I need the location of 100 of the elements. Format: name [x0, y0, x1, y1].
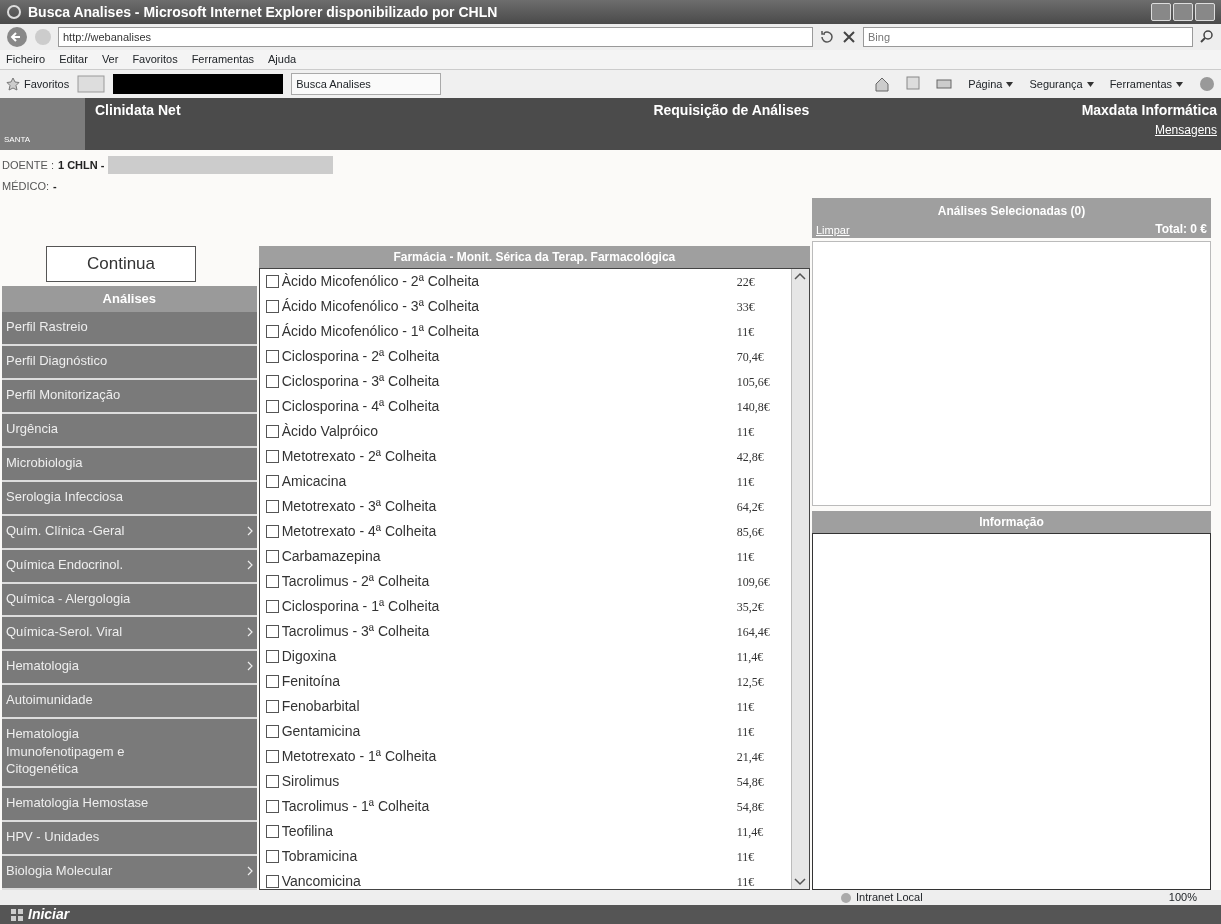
checkbox[interactable]	[265, 375, 279, 388]
sidebar-item[interactable]: Biologia Molecular	[2, 856, 257, 891]
analysis-price: 22€	[736, 273, 755, 291]
analysis-price: 11,4€	[736, 823, 764, 841]
sidebar-item[interactable]: Química - Alergologia	[2, 583, 257, 618]
checkbox[interactable]	[265, 600, 279, 613]
checkbox[interactable]	[265, 850, 279, 863]
sidebar-item[interactable]: Hematologia Imunofenotipagem e Citogenética	[2, 719, 257, 789]
analysis-name: Sirolimus	[281, 772, 341, 791]
toolbar-menu[interactable]: Página	[968, 75, 1014, 93]
analysis-price: 164,4€	[736, 623, 770, 641]
minimize-button[interactable]	[1151, 3, 1171, 21]
sidebar-item[interactable]: Perfil Rastreio	[2, 312, 257, 346]
sidebar-item[interactable]: Quím. Clínica -Geral	[2, 515, 257, 550]
menu-item[interactable]: Ficheiro	[6, 51, 46, 68]
checkbox[interactable]	[265, 625, 279, 638]
sidebar-item[interactable]: Perfil Diagnóstico	[2, 345, 257, 380]
checkbox[interactable]	[265, 450, 279, 463]
search-field[interactable]: Bing	[863, 27, 1193, 47]
messages-link[interactable]: Mensagens	[1154, 121, 1217, 139]
clear-link[interactable]: Limpar	[812, 221, 850, 238]
analysis-name: Ciclosporina - 3ª Colheita	[281, 372, 441, 391]
checkbox[interactable]	[265, 400, 279, 413]
close-icon[interactable]	[841, 29, 857, 45]
checkbox[interactable]	[265, 575, 279, 588]
sidebar-item[interactable]: Hematologia	[2, 651, 257, 686]
analysis-price: 21,4€	[736, 748, 764, 766]
favorites-button[interactable]: Favoritos	[6, 75, 70, 93]
analysis-price: 11€	[736, 873, 755, 889]
close-button[interactable]	[1195, 3, 1215, 21]
toolbar-menu[interactable]: Ferramentas	[1109, 75, 1183, 93]
checkbox[interactable]	[265, 325, 279, 338]
checkbox[interactable]	[265, 650, 279, 663]
checkbox[interactable]	[265, 300, 279, 313]
menu-item[interactable]: Ferramentas	[191, 51, 254, 68]
checkbox[interactable]	[265, 750, 279, 763]
analysis-price: 109,6€	[736, 573, 770, 591]
sidebar-item[interactable]: Química-Serol. Viral	[2, 617, 257, 652]
sidebar-item[interactable]: Urgência	[2, 413, 257, 448]
refresh-icon[interactable]	[819, 29, 835, 45]
checkbox[interactable]	[265, 800, 279, 813]
menu-item[interactable]: Favoritos	[132, 51, 178, 68]
checkbox[interactable]	[265, 425, 279, 438]
analysis-name: Ciclosporina - 2ª Colheita	[281, 347, 441, 366]
address-field[interactable]: http://webanalises	[58, 27, 813, 47]
checkbox[interactable]	[265, 675, 279, 688]
start-button[interactable]: Iniciar	[10, 904, 70, 924]
checkbox[interactable]	[265, 500, 279, 513]
analysis-name: Àcido Valpróico	[281, 422, 379, 441]
checkbox[interactable]	[265, 525, 279, 538]
maximize-button[interactable]	[1173, 3, 1193, 21]
checkbox[interactable]	[265, 875, 279, 888]
continue-button[interactable]: Continua	[46, 246, 196, 282]
analysis-price: 11€	[736, 848, 755, 866]
analysis-name: Metotrexato - 2ª Colheita	[281, 447, 438, 466]
analysis-name: Tacrolimus - 2ª Colheita	[281, 572, 431, 591]
scrollbar[interactable]	[791, 269, 809, 889]
sidebar-title: Análises	[102, 290, 157, 309]
sidebar-item[interactable]: Perfil Monitorização	[2, 379, 257, 414]
checkbox[interactable]	[265, 350, 279, 363]
analysis-name: Teofilina	[281, 822, 335, 841]
back-icon[interactable]	[6, 26, 28, 48]
doctor-label: MÉDICO:	[2, 179, 50, 194]
sidebar-item[interactable]: Química Endocrinol.	[2, 549, 257, 584]
checkbox[interactable]	[265, 275, 279, 288]
checkbox[interactable]	[265, 825, 279, 838]
toolbar-menu[interactable]: Segurança	[1029, 75, 1094, 93]
sidebar-item[interactable]: Serologia Infecciosa	[2, 481, 257, 516]
analysis-price: 12,5€	[736, 673, 764, 691]
menu-item[interactable]: Editar	[59, 51, 88, 68]
caret-icon	[1086, 81, 1094, 87]
analysis-price: 11€	[736, 323, 755, 341]
analysis-price: 54,8€	[736, 798, 764, 816]
analysis-name: Fenitoína	[281, 672, 342, 691]
doctor-value: -	[53, 179, 57, 194]
logo: SANTA	[0, 98, 85, 150]
star-icon	[6, 77, 20, 91]
menu-item[interactable]: Ajuda	[268, 51, 297, 68]
patient-value: 1 CHLN -	[57, 157, 105, 173]
sidebar-item[interactable]: Autoimunidade	[2, 685, 257, 720]
analysis-name: Metotrexato - 3ª Colheita	[281, 497, 438, 516]
analysis-name: Digoxina	[281, 647, 338, 666]
sidebar-item[interactable]: Hematologia Hemostase	[2, 788, 257, 823]
caret-icon	[1176, 81, 1183, 87]
checkbox[interactable]	[265, 725, 279, 738]
total-amount: Total: 0 €	[1155, 221, 1208, 238]
checkbox[interactable]	[265, 700, 279, 713]
checkbox[interactable]	[265, 550, 279, 563]
sidebar-item[interactable]: Microbiologia	[2, 447, 257, 482]
analysis-price: 85,6€	[736, 523, 764, 541]
checkbox[interactable]	[265, 775, 279, 788]
menu-item[interactable]: Ver	[101, 51, 119, 68]
checkbox[interactable]	[265, 475, 279, 488]
sidebar-item[interactable]: HPV - Unidades	[2, 822, 257, 857]
search-icon[interactable]	[1199, 29, 1215, 45]
browser-tab[interactable]: Busca Analises	[291, 73, 442, 95]
analysis-name: Ciclosporina - 4ª Colheita	[281, 397, 441, 416]
zoom-level[interactable]: 100%	[1168, 889, 1197, 906]
window-title: Busca Analises - Microsoft Internet Explorer disponibilizado por CHLN	[28, 2, 498, 22]
home-icon[interactable]	[874, 75, 891, 92]
